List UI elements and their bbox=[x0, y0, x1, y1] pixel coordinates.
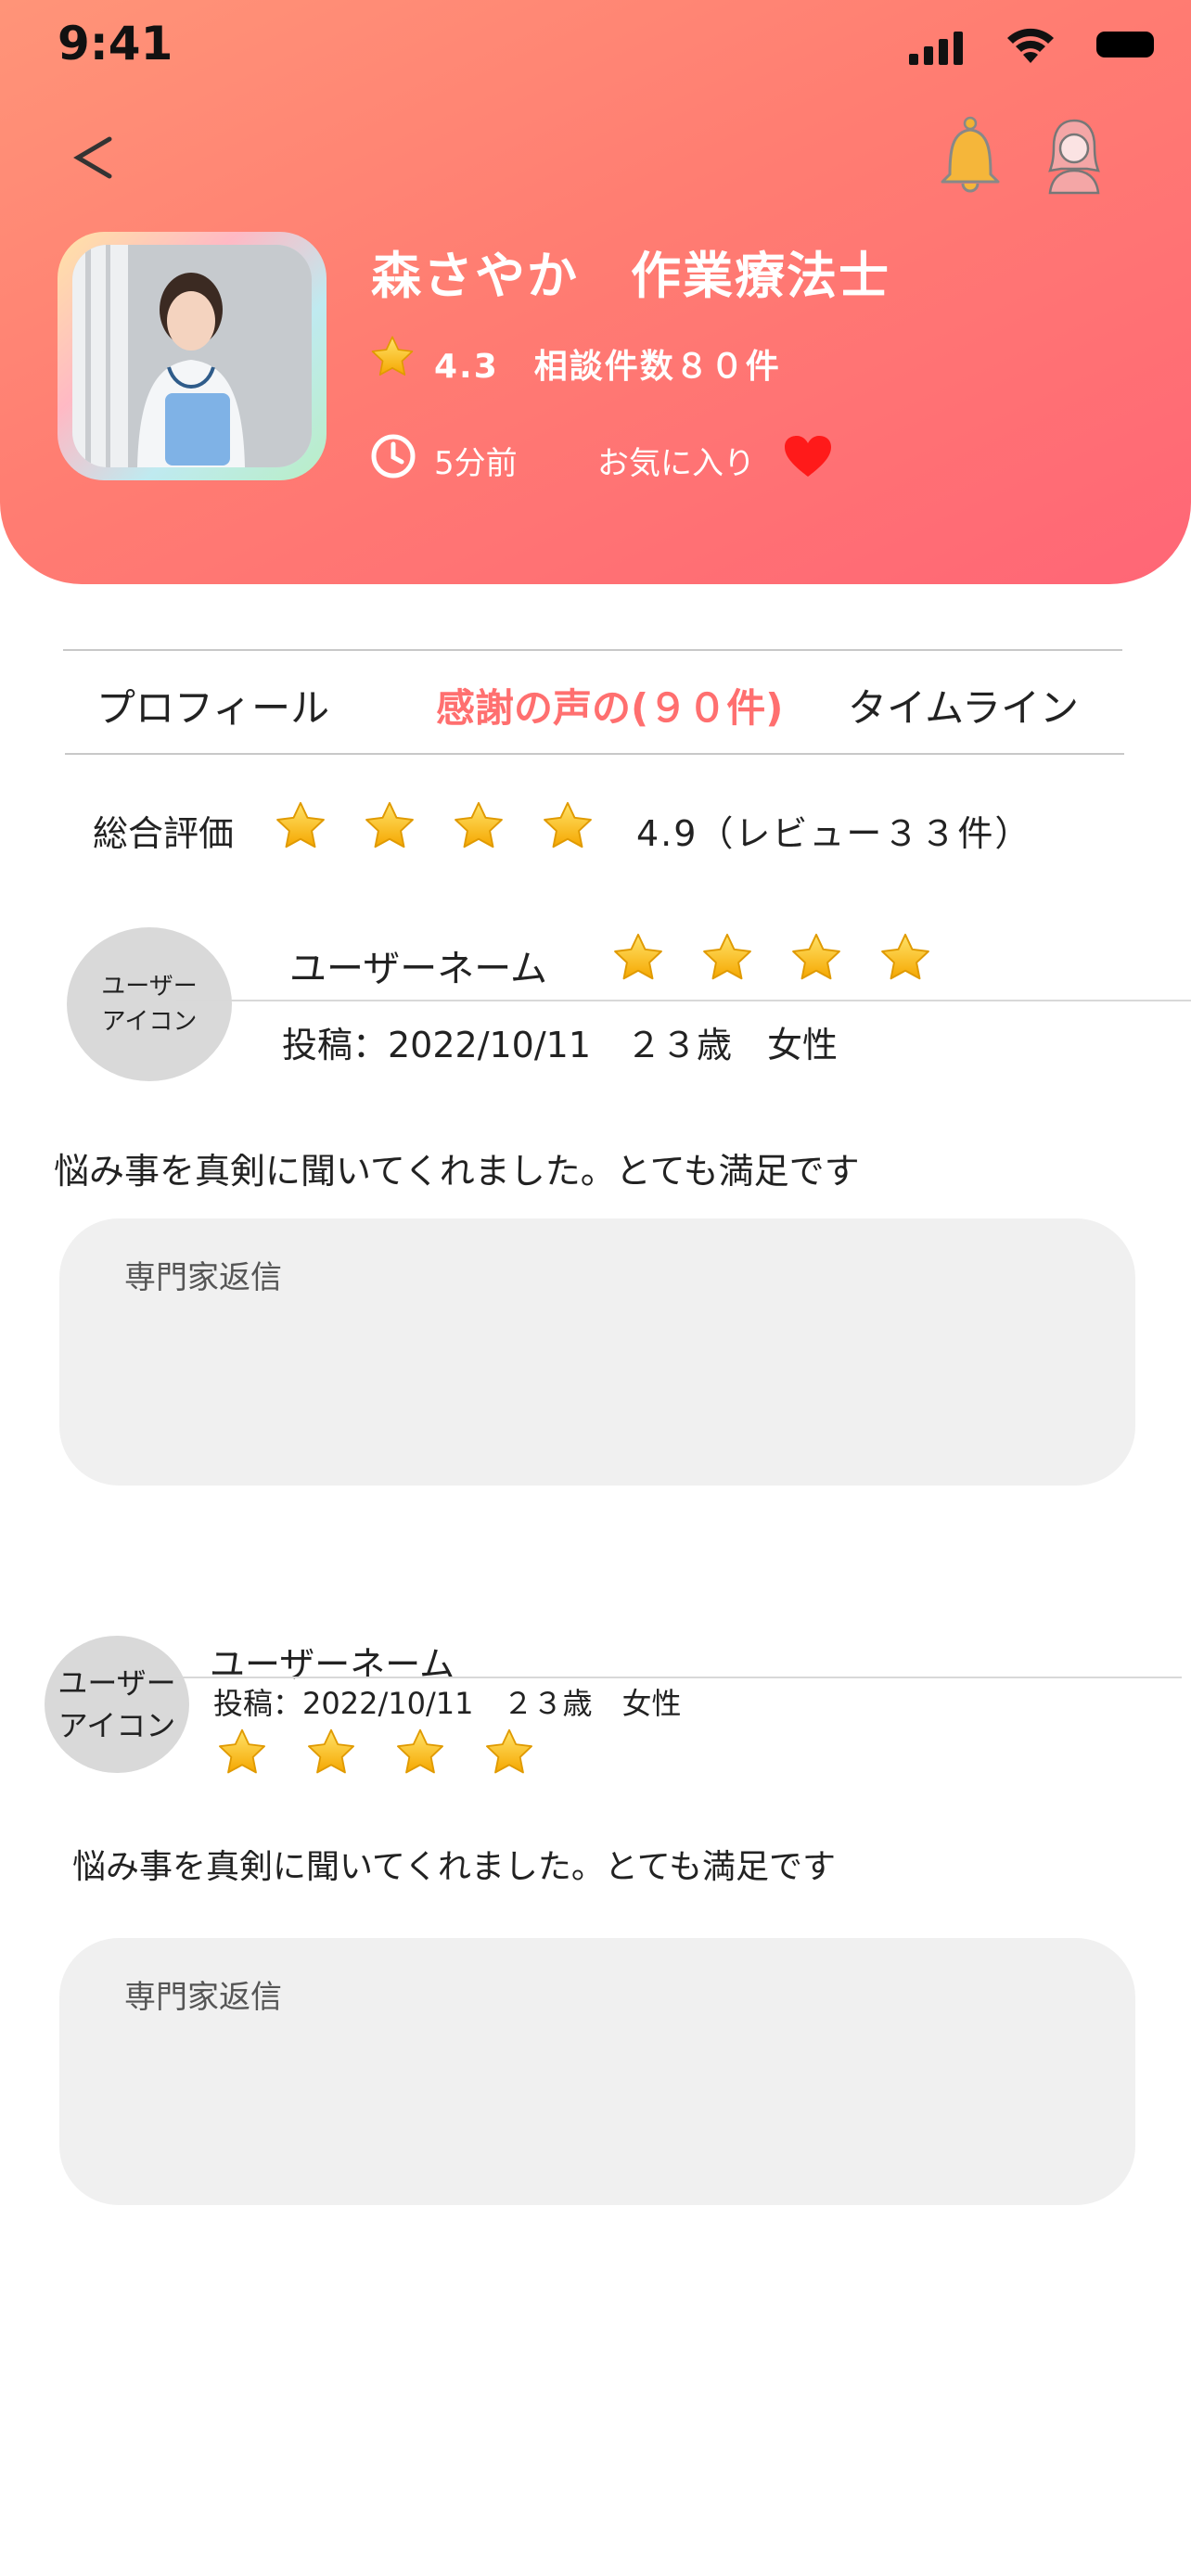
rating-and-consultations: 4.3 相談件数８０件 bbox=[434, 348, 781, 386]
star-icon bbox=[540, 799, 596, 853]
review-username: ユーザーネーム bbox=[289, 948, 547, 990]
status-time: 9:41 bbox=[58, 17, 173, 70]
review-body: 悩み事を真剣に聞いてくれました。とても満足です bbox=[54, 1151, 860, 1192]
star-icon bbox=[215, 1727, 269, 1779]
avatar-placeholder-text: アイコン bbox=[101, 1008, 198, 1036]
tab-profile[interactable]: プロフィール bbox=[96, 677, 329, 733]
expert-reply-label: 専門家返信 bbox=[124, 1259, 282, 1296]
battery-icon bbox=[1096, 32, 1154, 57]
star-icon bbox=[369, 334, 416, 380]
review-username: ユーザーネーム bbox=[210, 1644, 455, 1685]
star-icon bbox=[788, 931, 844, 985]
review-divider bbox=[158, 1677, 1182, 1678]
star-icon bbox=[482, 1727, 536, 1779]
wifi-icon bbox=[1007, 28, 1054, 63]
review-meta: 投稿：2022/10/11 ２３歳 女性 bbox=[282, 1025, 839, 1065]
bell-icon[interactable] bbox=[935, 115, 1005, 195]
star-icon bbox=[362, 799, 417, 853]
expert-reply-label: 専門家返信 bbox=[124, 1979, 282, 2016]
clock-icon bbox=[371, 434, 416, 478]
star-icon bbox=[393, 1727, 447, 1779]
avatar-placeholder-text: ユーザー bbox=[58, 1665, 176, 1701]
review-meta: 投稿：2022/10/11 ２３歳 女性 bbox=[213, 1686, 682, 1721]
star-icon bbox=[273, 799, 328, 853]
star-icon bbox=[451, 799, 506, 853]
tabs-bottom-divider bbox=[65, 753, 1124, 755]
tab-timeline[interactable]: タイムライン bbox=[848, 677, 1079, 733]
tabs-top-divider bbox=[63, 649, 1122, 651]
star-icon bbox=[877, 931, 933, 985]
user-avatar-icon[interactable] bbox=[1041, 115, 1108, 195]
therapist-photo-image bbox=[72, 245, 312, 467]
expert-reply-box: 専門家返信 bbox=[59, 1218, 1135, 1486]
star-icon bbox=[304, 1727, 358, 1779]
expert-reply-box: 専門家返信 bbox=[59, 1938, 1135, 2205]
star-icon bbox=[699, 931, 755, 985]
avatar: ユーザー アイコン bbox=[45, 1636, 189, 1773]
tab-thanks-reviews[interactable]: 感謝の声の(９０件) bbox=[436, 677, 783, 733]
overall-rating-value: 4.9（レビュー３３件） bbox=[636, 813, 1032, 854]
cellular-signal-icon bbox=[909, 32, 963, 65]
last-active-time: 5分前 bbox=[434, 445, 518, 482]
profile-photo bbox=[58, 232, 327, 480]
overall-rating-label: 総合評価 bbox=[93, 813, 235, 854]
star-icon bbox=[610, 931, 666, 985]
heart-icon[interactable] bbox=[783, 434, 833, 480]
favorite-label[interactable]: お気に入り bbox=[597, 438, 755, 483]
review-body: 悩み事を真剣に聞いてくれました。とても満足です bbox=[72, 1848, 836, 1886]
back-button[interactable] bbox=[63, 121, 128, 195]
review-divider bbox=[176, 1000, 1191, 1001]
avatar-placeholder-text: アイコン bbox=[58, 1708, 176, 1743]
avatar: ユーザー アイコン bbox=[67, 927, 232, 1081]
expert-name: 森さやか 作業療法士 bbox=[371, 247, 890, 305]
